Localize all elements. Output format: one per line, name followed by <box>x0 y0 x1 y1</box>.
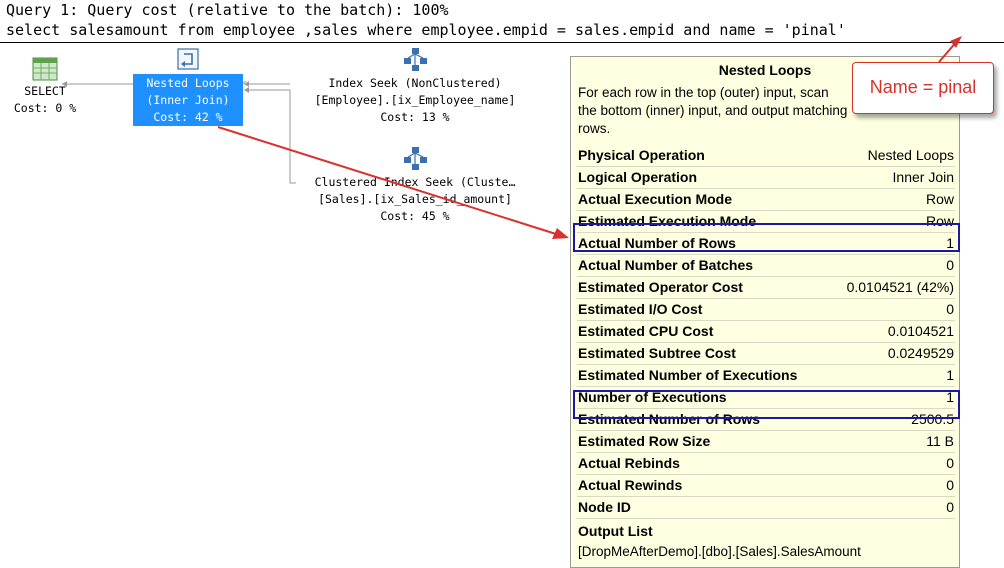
annotation-callout: Name = pinal <box>852 62 994 114</box>
callout-text: Name = pinal <box>869 77 977 97</box>
